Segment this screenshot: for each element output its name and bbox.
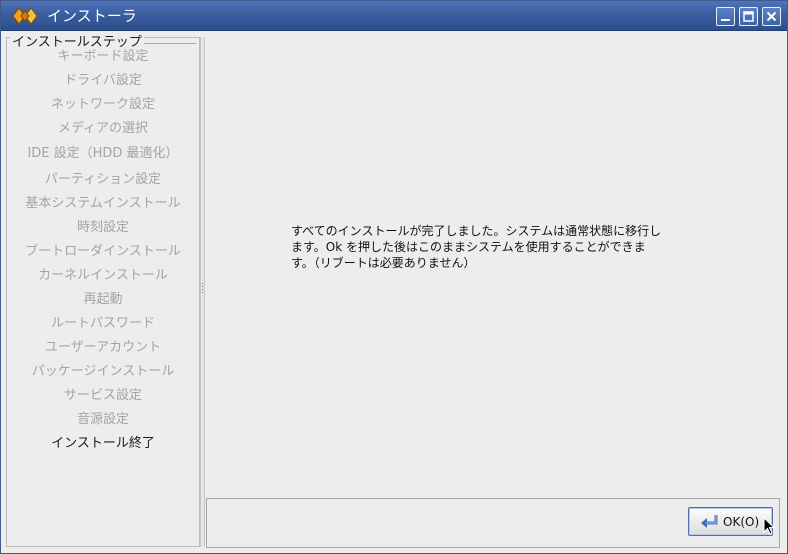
install-steps-title: インストールステップ xyxy=(10,35,144,50)
step-bootloader: ブートローダインストール xyxy=(25,244,181,259)
splitter-grip-icon[interactable] xyxy=(201,283,204,295)
step-kernel: カーネルインストール xyxy=(38,268,168,283)
maximize-icon xyxy=(743,11,754,22)
ok-button[interactable]: OK(O) xyxy=(688,507,773,536)
close-button[interactable] xyxy=(762,7,781,26)
step-reboot: 再起動 xyxy=(83,292,123,307)
step-media: メディアの選択 xyxy=(57,121,149,136)
app-diamond-icon xyxy=(12,7,38,25)
step-partition: パーティション設定 xyxy=(44,172,162,187)
step-ide: IDE 設定（HDD 最適化） xyxy=(27,146,179,161)
step-sound: 音源設定 xyxy=(76,412,129,427)
close-icon xyxy=(766,11,777,22)
step-time: 時刻設定 xyxy=(76,220,129,235)
minimize-icon xyxy=(721,19,730,21)
window-title: インストーラ xyxy=(47,7,137,25)
completion-message: すべてのインストールが完了しました。システムは通常状態に移行し ます。Ok を押… xyxy=(291,224,662,270)
installer-window: インストーラ インストールステップ キーボード設定 ドライバ設定 ネットワーク設… xyxy=(0,0,788,554)
minimize-button[interactable] xyxy=(716,7,735,26)
step-finish: インストール終了 xyxy=(51,436,155,451)
step-services: サービス設定 xyxy=(63,388,142,403)
step-packages: パッケージインストール xyxy=(31,364,175,379)
step-network: ネットワーク設定 xyxy=(50,97,155,112)
mouse-pointer-icon xyxy=(763,517,775,535)
maximize-button[interactable] xyxy=(739,7,758,26)
ok-button-label: OK(O) xyxy=(723,515,760,529)
step-driver: ドライバ設定 xyxy=(64,73,142,88)
enter-arrow-icon xyxy=(701,515,718,528)
titlebar[interactable]: インストーラ xyxy=(1,1,787,31)
step-keyboard: キーボード設定 xyxy=(57,49,149,64)
step-user-account: ユーザーアカウント xyxy=(44,340,162,355)
step-base-system: 基本システムインストール xyxy=(25,196,181,211)
step-root-password: ルートパスワード xyxy=(50,316,155,331)
